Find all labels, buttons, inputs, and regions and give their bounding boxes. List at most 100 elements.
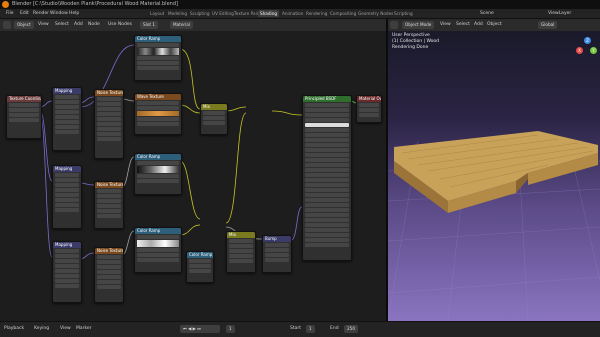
node-title: Texture Coordinate (7, 96, 41, 102)
blender-logo-icon (2, 1, 9, 8)
end-frame-field[interactable]: 250 (344, 325, 358, 333)
menu-render[interactable]: Render (33, 11, 49, 16)
menu-bar: File Edit Render Window Help Layout Mode… (0, 9, 600, 19)
title-bar: Blender [C:\Studio\Wooden Plank\Procedur… (0, 0, 600, 9)
collection-label: (1) Collection | Wood (392, 39, 439, 44)
node-title: Mapping (53, 88, 81, 94)
scene-selector[interactable]: Scene (480, 11, 494, 16)
start-label: Start (290, 326, 301, 331)
object-type-dropdown[interactable]: Object (14, 21, 34, 29)
menu-select[interactable]: Select (55, 22, 69, 27)
viewport-header: Object Mode View Select Add Object Globa… (388, 19, 600, 31)
node-color-ramp[interactable]: Color Ramp (134, 35, 182, 81)
playback-menu[interactable]: Playback (4, 326, 24, 331)
node-mapping[interactable]: Mapping (52, 87, 82, 151)
link-vector (79, 252, 95, 260)
node-title: Principled BSDF (303, 96, 351, 102)
tab-shading[interactable]: Shading (258, 10, 280, 17)
editor-type-icon[interactable] (390, 21, 398, 29)
timeline-header: Playback Keying View Marker ⏮ ◀ ▶ ⏭ 1 St… (0, 321, 600, 337)
node-title: Color Ramp (135, 154, 181, 160)
node-mix[interactable]: Mix (200, 103, 228, 135)
mode-dropdown[interactable]: Object Mode (402, 21, 435, 29)
node-material-output[interactable]: Material Output (356, 95, 382, 123)
node-title: Mapping (53, 242, 81, 248)
menu-object[interactable]: Object (487, 22, 502, 27)
node-bump[interactable]: Bump (262, 235, 292, 273)
tab-compositing[interactable]: Compositing (328, 10, 358, 17)
node-title: Mapping (53, 166, 81, 172)
menu-window[interactable]: Window (50, 11, 68, 16)
node-title: Noise Texture (95, 248, 123, 254)
tab-scripting[interactable]: Scripting (392, 10, 415, 17)
playback-controls[interactable]: ⏮ ◀ ▶ ⏭ (180, 325, 220, 333)
view-name: User Perspective (392, 33, 430, 38)
node-title: Noise Texture (95, 182, 123, 188)
link-color (179, 48, 201, 110)
render-status: Rendering Done (392, 45, 429, 50)
node-noise-texture[interactable]: Noise Texture (94, 89, 124, 159)
node-wave-texture[interactable]: Wave Texture (134, 93, 182, 135)
color-ramp-gradient[interactable] (137, 240, 179, 247)
node-color-ramp[interactable]: Color Ramp (134, 227, 182, 273)
node-noise-texture[interactable]: Noise Texture (94, 247, 124, 303)
gizmo-z-axis-icon[interactable]: Z (584, 37, 591, 44)
node-texture-coordinate[interactable]: Texture Coordinate (6, 95, 42, 139)
view-layer-selector[interactable]: ViewLayer (548, 11, 571, 16)
gizmo-y-axis-icon[interactable]: Y (590, 47, 597, 54)
3d-viewport[interactable]: User Perspective (1) Collection | Wood R… (388, 31, 600, 321)
editor-type-icon[interactable] (3, 21, 11, 29)
node-mapping[interactable]: Mapping (52, 165, 82, 229)
node-noise-texture[interactable]: Noise Texture (94, 181, 124, 229)
menu-view[interactable]: View (38, 22, 49, 27)
tab-sculpting[interactable]: Sculpting (188, 10, 212, 17)
node-color-ramp[interactable]: Color Ramp (186, 251, 214, 283)
tab-modeling[interactable]: Modeling (166, 10, 189, 17)
use-nodes-checkbox[interactable]: Use Nodes (108, 22, 132, 27)
node-title: Color Ramp (187, 252, 213, 258)
node-color-ramp[interactable]: Color Ramp (134, 153, 182, 195)
tab-geometry-nodes[interactable]: Geometry Nodes (356, 10, 395, 17)
marker-menu[interactable]: Marker (76, 326, 92, 331)
node-title: Color Ramp (135, 36, 181, 42)
node-title: Bump (263, 236, 291, 242)
color-ramp-gradient[interactable] (137, 166, 179, 173)
keying-menu[interactable]: Keying (34, 326, 49, 331)
node-title: Material Output (357, 96, 381, 102)
tab-layout[interactable]: Layout (148, 10, 166, 17)
end-label: End (330, 326, 339, 331)
transform-orientation-dropdown[interactable]: Global (538, 21, 558, 29)
node-title: Mix (227, 232, 255, 238)
menu-node[interactable]: Node (88, 22, 100, 27)
slot-dropdown[interactable]: Slot 1 (140, 21, 159, 29)
menu-edit[interactable]: Edit (20, 11, 29, 16)
node-editor-canvas[interactable]: Texture Coordinate Mapping Noise Texture… (0, 31, 386, 321)
wave-preview (137, 111, 179, 116)
node-editor-header: Object View Select Add Node Use Nodes Sl… (0, 19, 386, 31)
menu-help[interactable]: Help (69, 11, 79, 16)
node-title: Mix (201, 104, 227, 110)
link-color (179, 160, 201, 220)
material-selector[interactable]: Material (170, 21, 194, 29)
link-color (225, 106, 247, 112)
node-principled-bsdf[interactable]: Principled BSDF (302, 95, 352, 261)
menu-add[interactable]: Add (474, 22, 483, 27)
link-color (225, 112, 247, 224)
node-mix[interactable]: Mix (226, 231, 256, 273)
link-vector (79, 96, 95, 104)
start-frame-field[interactable]: 1 (306, 325, 315, 333)
node-mapping[interactable]: Mapping (52, 241, 82, 303)
current-frame-field[interactable]: 1 (226, 325, 235, 333)
tab-rendering[interactable]: Rendering (304, 10, 329, 17)
link-color (179, 224, 201, 236)
menu-view[interactable]: View (440, 22, 451, 27)
view-menu[interactable]: View (60, 326, 71, 331)
menu-file[interactable]: File (6, 11, 14, 16)
menu-select[interactable]: Select (456, 22, 470, 27)
gizmo-x-axis-icon[interactable]: X (576, 47, 583, 54)
tab-animation[interactable]: Animation (280, 10, 305, 17)
color-ramp-gradient[interactable] (137, 48, 179, 55)
menu-add[interactable]: Add (74, 22, 83, 27)
node-title: Color Ramp (135, 228, 181, 234)
link-vector (79, 182, 95, 186)
